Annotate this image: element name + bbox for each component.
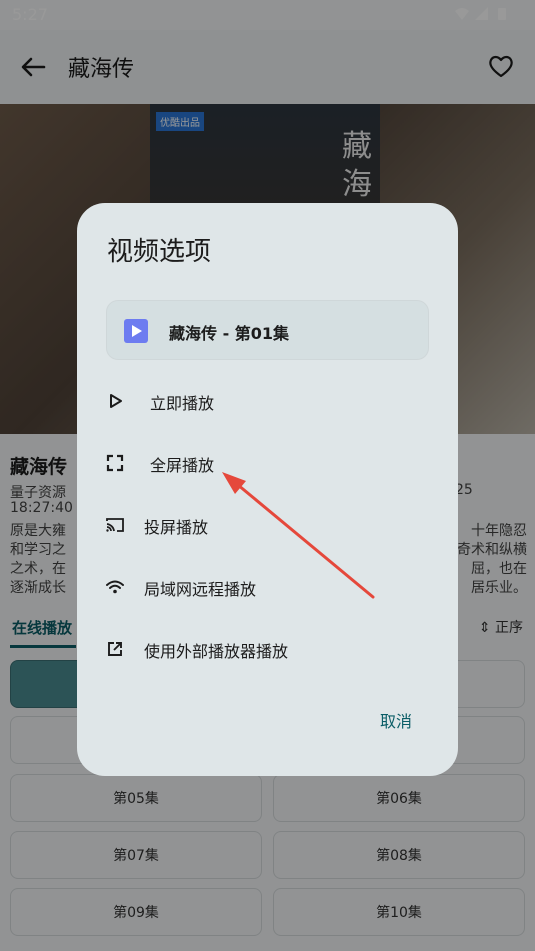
selected-episode-label: 藏海传 - 第01集 [169,324,290,343]
cancel-button[interactable]: 取消 [380,708,412,732]
option-lan-remote[interactable]: 局域网远程播放 [99,562,429,612]
dialog-title: 视频选项 [107,237,212,267]
external-link-icon [105,639,125,659]
wifi-icon [105,577,125,597]
cast-icon [105,515,125,535]
option-play-now[interactable]: 立即播放 [99,376,429,426]
option-label: 局域网远程播放 [144,580,257,599]
option-label: 投屏播放 [144,518,209,537]
fullscreen-icon [105,453,125,473]
option-label: 立即播放 [150,394,215,413]
option-fullscreen[interactable]: 全屏播放 [99,438,429,488]
option-label: 使用外部播放器播放 [144,642,289,661]
selected-episode-card: 藏海传 - 第01集 [106,300,429,360]
option-label: 全屏播放 [150,456,215,475]
option-external-player[interactable]: 使用外部播放器播放 [99,624,429,674]
video-play-icon [124,319,148,343]
video-options-dialog: 视频选项 藏海传 - 第01集 立即播放 全屏播放 投屏播放 局域网远程播放 使… [77,203,458,776]
play-icon [105,391,125,411]
option-cast[interactable]: 投屏播放 [99,500,429,550]
